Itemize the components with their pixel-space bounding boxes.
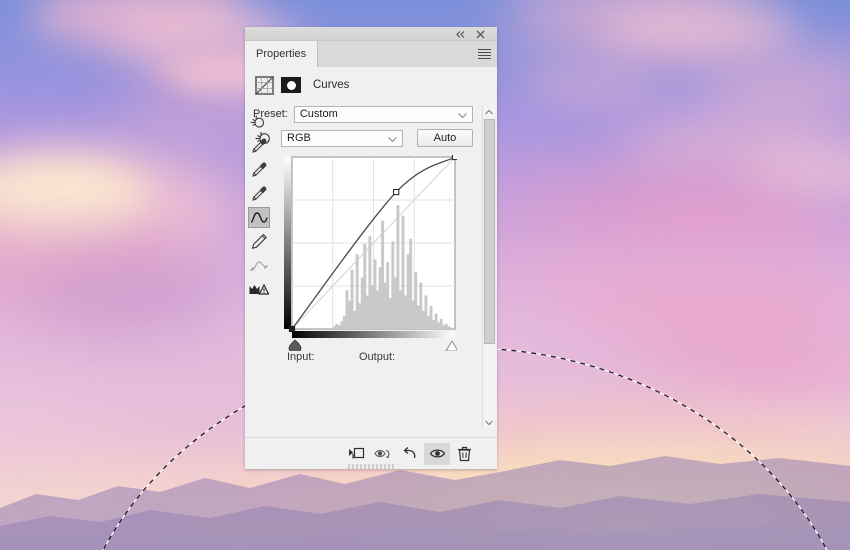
- gray-point-eyedropper[interactable]: [248, 159, 270, 180]
- preset-select[interactable]: Custom: [293, 105, 473, 123]
- trash-icon: [457, 446, 471, 461]
- channel-select-value: RGB: [287, 132, 311, 144]
- clip-to-layer-button[interactable]: [343, 443, 369, 465]
- white-point-slider[interactable]: [445, 340, 459, 352]
- curve-control-point[interactable]: [451, 153, 459, 161]
- close-panel-button[interactable]: [473, 28, 487, 40]
- chevron-up-icon: [485, 109, 493, 114]
- draw-curve-pencil-tool[interactable]: [248, 231, 270, 252]
- output-label: Output:: [359, 351, 396, 363]
- black-point-slider[interactable]: [288, 339, 302, 355]
- delete-adjustment-button[interactable]: [451, 443, 477, 465]
- curve-control-point[interactable]: [393, 188, 400, 196]
- eyedropper-icon: [251, 162, 266, 177]
- curve-icon: [250, 212, 268, 223]
- cloud: [30, 255, 230, 335]
- curves-adjustment-icon[interactable]: [255, 75, 274, 95]
- pointing-hand-icon: [250, 115, 265, 128]
- cloud: [560, 290, 850, 330]
- double-chevron-left-icon: [455, 30, 464, 38]
- panel-tabstrip[interactable]: Properties: [245, 41, 497, 67]
- auto-button-label: Auto: [433, 132, 457, 144]
- preset-select-value: Custom: [299, 108, 338, 120]
- eye-previous-icon: [373, 449, 389, 459]
- eyedropper-icon: [251, 186, 266, 201]
- preset-row: Preset: Custom: [245, 103, 481, 125]
- curves-graph-svg[interactable]: [283, 153, 459, 355]
- input-ramp: [292, 331, 455, 338]
- pencil-icon: [251, 233, 267, 250]
- eye-icon: [429, 449, 445, 458]
- panel-body: Curves Preset: Custom RGB Auto Input: Ou…: [245, 67, 497, 469]
- close-icon: [476, 30, 484, 38]
- scroll-down-button[interactable]: [483, 416, 496, 429]
- tab-properties[interactable]: Properties: [245, 41, 319, 67]
- eyedropper-icon: [251, 138, 266, 153]
- curves-graph-area: Input: Output:: [245, 115, 481, 363]
- crown-warning-icon: [249, 283, 269, 295]
- white-point-eyedropper[interactable]: [248, 183, 270, 204]
- panel-scrollbar[interactable]: [482, 105, 495, 429]
- tab-properties-label: Properties: [256, 48, 307, 60]
- curves-content: Preset: Custom RGB Auto Input: Output:: [245, 103, 481, 433]
- panel-menu-button[interactable]: [478, 49, 491, 61]
- view-previous-state-button[interactable]: [370, 443, 396, 465]
- panel-titlebar[interactable]: [245, 27, 497, 41]
- sample-in-image-tool[interactable]: [248, 111, 270, 132]
- scroll-thumb[interactable]: [483, 119, 495, 344]
- hamburger-menu-icon: [478, 49, 491, 50]
- properties-panel[interactable]: Properties Curves Preset: Custom RGB Aut…: [245, 27, 497, 469]
- adjustment-header: Curves: [245, 67, 497, 103]
- smooth-curve-button[interactable]: [248, 255, 270, 276]
- output-ramp: [284, 157, 291, 329]
- reset-arrow-icon: [403, 447, 416, 459]
- curves-grid-icon: [256, 76, 273, 94]
- cloud: [520, 70, 660, 104]
- panel-resize-grip[interactable]: [347, 464, 395, 469]
- chevron-down-icon: [458, 111, 467, 121]
- curve-control-point[interactable]: [288, 325, 296, 333]
- channel-select[interactable]: RGB: [281, 129, 403, 147]
- chevron-down-icon: [485, 420, 493, 425]
- input-label: Input:: [287, 351, 315, 363]
- scroll-track[interactable]: [483, 118, 495, 416]
- collapse-panel-icon[interactable]: [453, 28, 467, 40]
- toggle-layer-visibility-button[interactable]: [424, 442, 450, 465]
- edit-points-curve-tool[interactable]: [248, 207, 270, 228]
- black-point-eyedropper[interactable]: [248, 135, 270, 156]
- layer-mask-icon[interactable]: [281, 77, 301, 93]
- clip-to-layer-icon: [348, 447, 364, 459]
- cloud: [620, 205, 850, 241]
- channel-row: RGB Auto: [245, 125, 481, 151]
- curves-graph[interactable]: [283, 153, 459, 355]
- chevron-down-icon: [388, 135, 397, 145]
- reset-adjustment-button[interactable]: [397, 443, 423, 465]
- cloud: [600, 6, 800, 54]
- curves-toolbar: [247, 111, 271, 300]
- mask-dot: [286, 80, 296, 90]
- smooth-curve-icon: [250, 260, 268, 271]
- adjustment-title: Curves: [313, 79, 350, 91]
- scroll-up-button[interactable]: [483, 105, 496, 118]
- tabstrip-empty-area: [318, 41, 497, 67]
- auto-button[interactable]: Auto: [417, 129, 473, 147]
- clipping-warning-toggle[interactable]: [248, 279, 270, 300]
